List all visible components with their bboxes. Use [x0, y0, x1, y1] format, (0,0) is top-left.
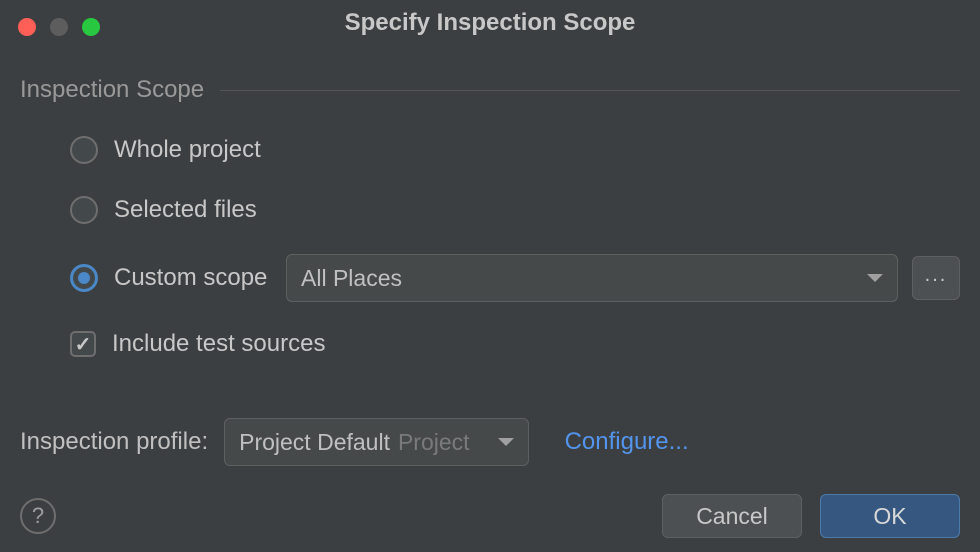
chevron-down-icon: [498, 438, 514, 446]
help-button[interactable]: ?: [20, 498, 56, 534]
custom-scope-value: All Places: [301, 265, 402, 292]
custom-scope-dropdown[interactable]: All Places: [286, 254, 898, 302]
radio-label-custom-scope: Custom scope: [114, 264, 267, 292]
section-divider: [220, 90, 960, 91]
title-bar: Specify Inspection Scope: [0, 0, 980, 46]
window-controls: [18, 18, 100, 36]
include-test-checkbox[interactable]: [70, 331, 96, 357]
radio-row-whole-project[interactable]: Whole project: [70, 134, 960, 166]
radio-selected-files[interactable]: [70, 196, 98, 224]
inspection-profile-dropdown[interactable]: Project Default Project: [224, 418, 528, 466]
maximize-window-icon[interactable]: [82, 18, 100, 36]
section-header: Inspection Scope: [20, 76, 960, 104]
radio-row-selected-files[interactable]: Selected files: [70, 194, 960, 226]
inspection-profile-label: Inspection profile:: [20, 428, 208, 456]
cancel-button[interactable]: Cancel: [662, 494, 802, 538]
radio-whole-project[interactable]: [70, 136, 98, 164]
include-test-label: Include test sources: [112, 330, 325, 358]
custom-scope-more-button[interactable]: ...: [912, 256, 960, 300]
dialog-title: Specify Inspection Scope: [345, 9, 636, 37]
close-window-icon[interactable]: [18, 18, 36, 36]
help-icon: ?: [32, 503, 44, 529]
minimize-window-icon[interactable]: [50, 18, 68, 36]
radio-custom-scope[interactable]: [70, 264, 98, 292]
inspection-profile-suffix: Project: [398, 429, 470, 456]
ok-button[interactable]: OK: [820, 494, 960, 538]
radio-row-custom-scope[interactable]: Custom scope: [70, 264, 272, 292]
radio-label-whole-project: Whole project: [114, 136, 261, 164]
ellipsis-icon: ...: [925, 265, 948, 291]
checkbox-row-include-test[interactable]: Include test sources: [70, 330, 960, 358]
radio-label-selected-files: Selected files: [114, 196, 257, 224]
configure-link[interactable]: Configure...: [565, 428, 689, 456]
inspection-profile-value: Project Default: [239, 429, 390, 456]
section-title: Inspection Scope: [20, 76, 204, 104]
chevron-down-icon: [867, 274, 883, 282]
